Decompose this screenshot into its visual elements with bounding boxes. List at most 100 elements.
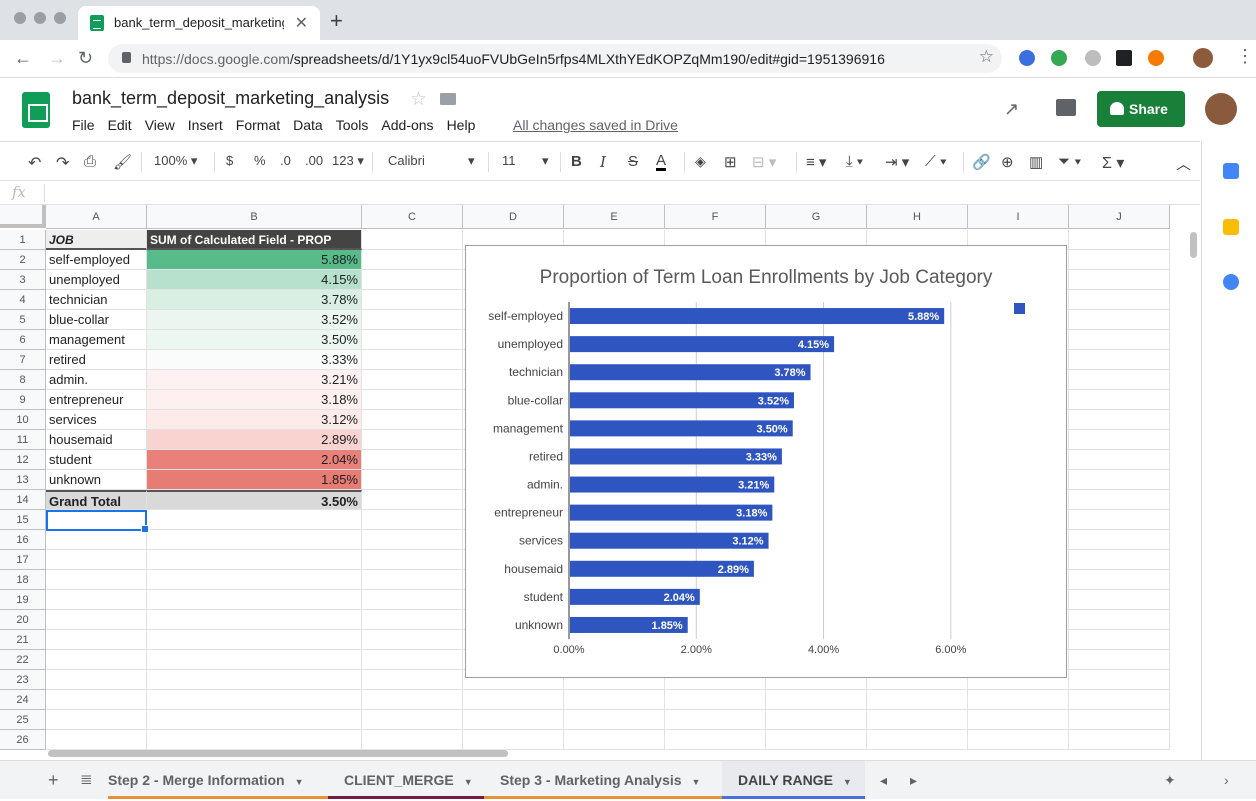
- empty-cell[interactable]: [362, 390, 463, 410]
- empty-cell[interactable]: [1069, 230, 1170, 250]
- row-header-25[interactable]: 25: [0, 710, 46, 730]
- pivot-row-job[interactable]: technician: [46, 290, 147, 310]
- empty-cell[interactable]: [46, 710, 147, 730]
- empty-cell[interactable]: [1069, 490, 1170, 510]
- column-header-a[interactable]: A: [46, 205, 147, 229]
- column-header-f[interactable]: F: [665, 205, 766, 229]
- empty-cell[interactable]: [147, 610, 362, 630]
- pivot-row-value[interactable]: 3.21%: [147, 370, 362, 390]
- empty-cell[interactable]: [665, 710, 766, 730]
- share-button[interactable]: Share: [1097, 91, 1185, 127]
- expand-side-panel-icon[interactable]: ›: [1218, 761, 1229, 799]
- empty-cell[interactable]: [46, 730, 147, 750]
- pivot-row-job[interactable]: services: [46, 410, 147, 430]
- empty-cell[interactable]: [463, 690, 564, 710]
- row-header-1[interactable]: 1: [0, 230, 46, 250]
- column-header-d[interactable]: D: [463, 205, 564, 229]
- empty-cell[interactable]: [46, 530, 147, 550]
- empty-cell[interactable]: [362, 630, 463, 650]
- undo-icon[interactable]: ↶: [28, 153, 41, 173]
- pivot-grand-total-label[interactable]: Grand Total: [46, 490, 147, 510]
- column-header-c[interactable]: C: [362, 205, 463, 229]
- keep-icon[interactable]: [1223, 219, 1239, 235]
- empty-cell[interactable]: [147, 570, 362, 590]
- row-header-4[interactable]: 4: [0, 290, 46, 310]
- row-header-26[interactable]: 26: [0, 730, 46, 750]
- menu-tools[interactable]: Tools: [336, 117, 369, 133]
- bold-button[interactable]: B: [571, 153, 582, 170]
- empty-cell[interactable]: [564, 690, 665, 710]
- row-header-12[interactable]: 12: [0, 450, 46, 470]
- empty-cell[interactable]: [665, 690, 766, 710]
- empty-cell[interactable]: [46, 650, 147, 670]
- column-header-b[interactable]: B: [147, 205, 362, 229]
- pivot-row-job[interactable]: student: [46, 450, 147, 470]
- row-header-24[interactable]: 24: [0, 690, 46, 710]
- row-header-13[interactable]: 13: [0, 470, 46, 490]
- row-header-3[interactable]: 3: [0, 270, 46, 290]
- extension-orange-icon[interactable]: [1148, 50, 1164, 66]
- row-header-20[interactable]: 20: [0, 610, 46, 630]
- row-header-21[interactable]: 21: [0, 630, 46, 650]
- menu-data[interactable]: Data: [293, 117, 323, 133]
- empty-cell[interactable]: [1069, 530, 1170, 550]
- empty-cell[interactable]: [968, 710, 1069, 730]
- pivot-row-job[interactable]: management: [46, 330, 147, 350]
- empty-cell[interactable]: [1069, 630, 1170, 650]
- empty-cell[interactable]: [147, 590, 362, 610]
- empty-cell[interactable]: [147, 670, 362, 690]
- pivot-row-value[interactable]: 2.89%: [147, 430, 362, 450]
- column-header-g[interactable]: G: [766, 205, 867, 229]
- pivot-row-job[interactable]: unknown: [46, 470, 147, 490]
- select-all-corner[interactable]: [0, 205, 46, 228]
- pivot-row-value[interactable]: 3.12%: [147, 410, 362, 430]
- add-sheet-icon[interactable]: +: [40, 761, 59, 799]
- row-header-11[interactable]: 11: [0, 430, 46, 450]
- currency-format-button[interactable]: $: [226, 153, 233, 168]
- account-avatar[interactable]: [1205, 93, 1237, 125]
- redo-icon[interactable]: ↷: [56, 153, 69, 173]
- empty-cell[interactable]: [362, 570, 463, 590]
- empty-cell[interactable]: [147, 550, 362, 570]
- empty-cell[interactable]: [46, 570, 147, 590]
- empty-cell[interactable]: [46, 550, 147, 570]
- menu-file[interactable]: File: [72, 117, 95, 133]
- empty-cell[interactable]: [1069, 470, 1170, 490]
- row-header-7[interactable]: 7: [0, 350, 46, 370]
- bar-chart[interactable]: Proportion of Term Loan Enrollments by J…: [465, 245, 1067, 678]
- empty-cell[interactable]: [147, 690, 362, 710]
- extension-green-icon[interactable]: [1051, 50, 1067, 66]
- paint-format-icon[interactable]: 🖌: [113, 153, 132, 171]
- empty-cell[interactable]: [1069, 670, 1170, 690]
- functions-icon[interactable]: Σ ▾: [1102, 153, 1124, 173]
- empty-cell[interactable]: [147, 530, 362, 550]
- pivot-row-value[interactable]: 2.04%: [147, 450, 362, 470]
- strikethrough-button[interactable]: S: [628, 153, 638, 170]
- browser-profile-avatar[interactable]: [1193, 48, 1213, 68]
- font-family-select[interactable]: Calibri ▾: [388, 153, 476, 168]
- collapse-toolbar-icon[interactable]: ︿: [1176, 153, 1191, 174]
- pivot-row-value[interactable]: 1.85%: [147, 470, 362, 490]
- pivot-row-value[interactable]: 3.78%: [147, 290, 362, 310]
- row-header-2[interactable]: 2: [0, 250, 46, 270]
- empty-cell[interactable]: [362, 350, 463, 370]
- empty-cell[interactable]: [463, 730, 564, 750]
- pivot-row-job[interactable]: blue-collar: [46, 310, 147, 330]
- sheet-tab-step2[interactable]: Step 2 - Merge Information ▼: [108, 761, 328, 799]
- reload-icon[interactable]: ↻: [78, 48, 93, 69]
- browser-tab[interactable]: bank_term_deposit_marketing_ ✕: [78, 6, 320, 40]
- insert-chart-icon[interactable]: ▥: [1029, 153, 1043, 171]
- insert-comment-icon[interactable]: ⊕: [1001, 153, 1014, 171]
- empty-cell[interactable]: [867, 690, 968, 710]
- save-status[interactable]: All changes saved in Drive: [513, 117, 678, 133]
- empty-cell[interactable]: [1069, 710, 1170, 730]
- column-header-e[interactable]: E: [564, 205, 665, 229]
- folder-icon[interactable]: [440, 93, 456, 105]
- empty-cell[interactable]: [362, 690, 463, 710]
- explore-icon[interactable]: ✦: [1158, 761, 1176, 799]
- empty-cell[interactable]: [362, 250, 463, 270]
- row-header-18[interactable]: 18: [0, 570, 46, 590]
- empty-cell[interactable]: [1069, 510, 1170, 530]
- pivot-row-job[interactable]: unemployed: [46, 270, 147, 290]
- empty-cell[interactable]: [1069, 310, 1170, 330]
